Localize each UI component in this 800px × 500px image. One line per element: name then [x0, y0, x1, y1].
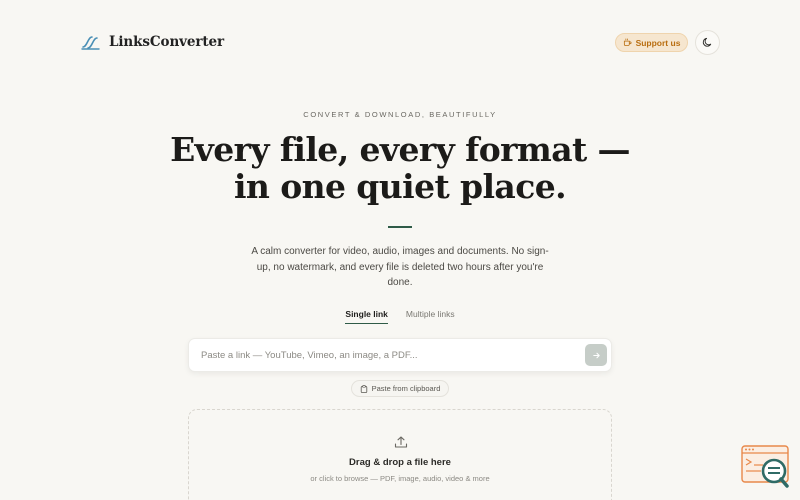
hero-lead: A calm converter for video, audio, image… — [251, 246, 549, 288]
hero-divider — [388, 226, 412, 228]
mode-tabs: Single link Multiple links — [0, 309, 800, 324]
links-logo-icon — [81, 36, 100, 50]
tab-single-link[interactable]: Single link — [345, 309, 388, 324]
clipboard-icon — [360, 384, 367, 393]
paste-clipboard-button[interactable]: Paste from clipboard — [351, 380, 449, 397]
submit-link-button[interactable] — [585, 344, 607, 366]
moon-icon — [702, 37, 712, 47]
hero-headline: Every file, every format — in one quiet … — [0, 131, 800, 205]
headline-line-2: in one quiet place. — [233, 167, 567, 206]
search-chat-widget-icon — [741, 445, 789, 488]
arrow-right-icon — [592, 352, 600, 358]
link-input-container — [188, 338, 612, 372]
support-button[interactable]: Support us — [615, 33, 688, 52]
headline-line-1: Every file, every format — — [170, 130, 630, 169]
hero-eyebrow: CONVERT & DOWNLOAD, BEAUTIFULLY — [303, 110, 497, 119]
dropzone-title: Drag & drop a file here — [349, 457, 451, 468]
tab-multiple-links[interactable]: Multiple links — [406, 309, 455, 324]
file-dropzone[interactable]: Drag & drop a file here or click to brow… — [188, 409, 612, 500]
brand-name: LinksConverter — [109, 34, 225, 50]
theme-toggle-button[interactable] — [695, 30, 720, 55]
brand-logo[interactable]: LinksConverter — [81, 31, 224, 53]
upload-icon — [394, 436, 408, 448]
coffee-icon — [623, 38, 632, 47]
dropzone-subtitle: or click to browse — PDF, image, audio, … — [310, 474, 490, 483]
site-header: LinksConverter Support us — [0, 0, 800, 84]
paste-label: Paste from clipboard — [371, 384, 441, 393]
link-input[interactable] — [201, 339, 581, 371]
support-label: Support us — [635, 37, 681, 48]
help-chat-widget[interactable] — [741, 445, 791, 489]
